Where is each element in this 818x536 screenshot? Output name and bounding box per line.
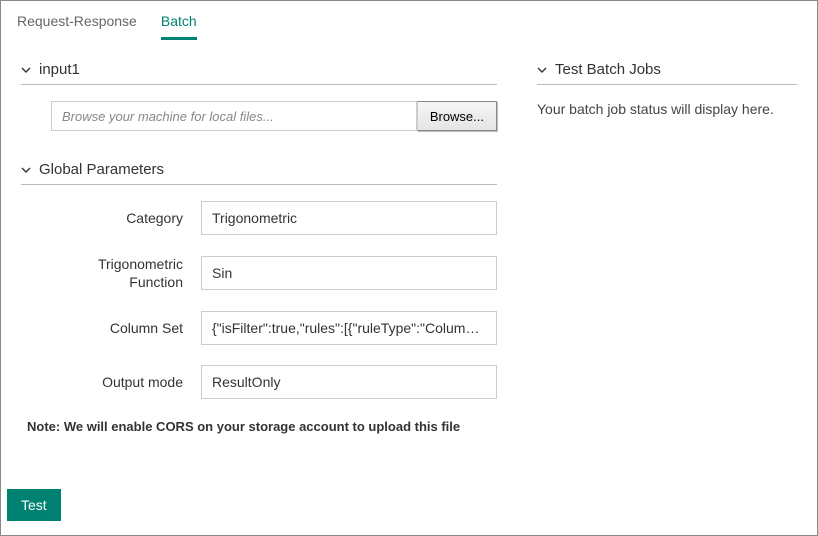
tab-bar: Request-Response Batch <box>1 1 817 39</box>
label-output-mode: Output mode <box>51 374 201 390</box>
input-output-mode[interactable] <box>201 365 497 399</box>
section-title-test-jobs: Test Batch Jobs <box>555 61 661 78</box>
chevron-down-icon <box>21 65 31 75</box>
label-category: Category <box>51 210 201 226</box>
batch-status-text: Your batch job status will display here. <box>537 101 797 117</box>
input-column-set[interactable] <box>201 311 497 345</box>
chevron-down-icon <box>21 165 31 175</box>
input-trig-fn[interactable] <box>201 256 497 290</box>
browse-button[interactable]: Browse... <box>417 101 497 131</box>
test-button[interactable]: Test <box>7 489 61 521</box>
section-header-input1[interactable]: input1 <box>21 55 497 85</box>
tab-batch[interactable]: Batch <box>161 9 197 40</box>
section-header-global-params[interactable]: Global Parameters <box>21 155 497 185</box>
file-path-input[interactable]: Browse your machine for local files... <box>51 101 417 131</box>
tab-request-response[interactable]: Request-Response <box>17 9 137 39</box>
label-column-set: Column Set <box>51 320 201 336</box>
input-category[interactable] <box>201 201 497 235</box>
chevron-down-icon <box>537 65 547 75</box>
label-trig-fn: Trigonometric Function <box>51 255 201 291</box>
cors-note: Note: We will enable CORS on your storag… <box>27 419 497 434</box>
section-title-global-params: Global Parameters <box>39 161 164 178</box>
file-upload-row: Browse your machine for local files... B… <box>51 101 497 131</box>
section-title-input1: input1 <box>39 61 80 78</box>
section-header-test-jobs[interactable]: Test Batch Jobs <box>537 55 797 85</box>
